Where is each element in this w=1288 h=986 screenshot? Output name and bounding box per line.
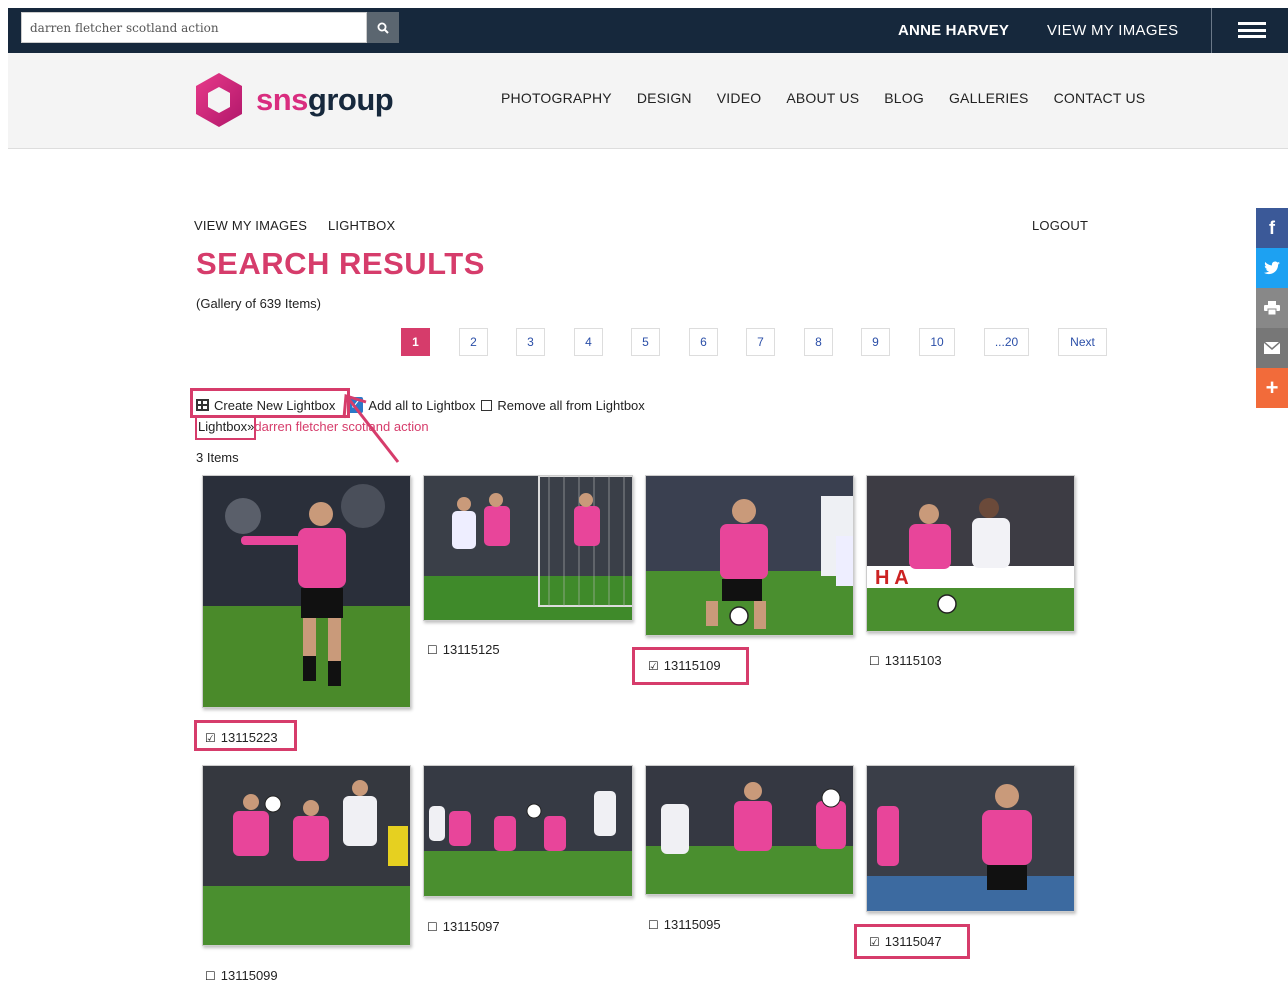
image-thumbnail[interactable] xyxy=(423,765,633,897)
search-button[interactable] xyxy=(367,12,399,43)
subnav-lightbox[interactable]: LIGHTBOX xyxy=(328,218,395,233)
nav-galleries[interactable]: GALLERIES xyxy=(949,90,1029,106)
highlight-image-13115109 xyxy=(632,647,749,685)
image-id: 13115095 xyxy=(663,917,721,932)
logo-sns-text: sns xyxy=(256,82,308,117)
image-id: 13115125 xyxy=(442,642,500,657)
plus-icon: + xyxy=(1265,375,1279,400)
facebook-icon: f xyxy=(1269,217,1275,238)
mail-icon xyxy=(1264,342,1280,354)
image-caption[interactable]: ☐ 13115097 xyxy=(427,919,500,934)
next-page-button[interactable]: Next xyxy=(1058,328,1107,356)
top-bar: ANNE HARVEY VIEW MY IMAGES xyxy=(8,8,1288,53)
search-input[interactable] xyxy=(21,12,367,43)
checkbox-empty-icon: ☐ xyxy=(205,968,216,983)
nav-blog[interactable]: BLOG xyxy=(884,90,924,106)
image-caption[interactable]: ☐ 13115125 xyxy=(427,642,500,657)
facebook-share-button[interactable]: f xyxy=(1256,208,1288,248)
nav-design[interactable]: DESIGN xyxy=(637,90,692,106)
hamburger-icon[interactable] xyxy=(1238,22,1266,38)
checkbox-empty-icon xyxy=(481,399,493,411)
page-title: SEARCH RESULTS xyxy=(196,246,485,281)
page-8-button[interactable]: 8 xyxy=(804,328,833,356)
annotation-arrow-icon xyxy=(342,394,400,463)
more-share-button[interactable]: + xyxy=(1256,368,1288,408)
image-thumbnail[interactable] xyxy=(423,475,633,621)
page-6-button[interactable]: 6 xyxy=(689,328,718,356)
checkbox-empty-icon: ☐ xyxy=(427,919,438,934)
user-name-link[interactable]: ANNE HARVEY xyxy=(898,8,1009,53)
checkbox-empty-icon: ☐ xyxy=(427,642,438,657)
twitter-icon xyxy=(1264,261,1280,275)
page-1-button[interactable]: 1 xyxy=(401,328,430,356)
page-7-button[interactable]: 7 xyxy=(746,328,775,356)
highlight-create-lightbox xyxy=(190,388,350,418)
image-caption[interactable]: ☐ 13115095 xyxy=(648,917,721,932)
divider xyxy=(1211,8,1212,53)
nav-photography[interactable]: PHOTOGRAPHY xyxy=(501,90,612,106)
highlight-image-13115223 xyxy=(194,720,297,751)
print-button[interactable] xyxy=(1256,288,1288,328)
subnav-view-my-images[interactable]: VIEW MY IMAGES xyxy=(194,218,307,233)
checkbox-empty-icon: ☐ xyxy=(648,917,659,932)
image-thumbnail[interactable] xyxy=(202,475,411,708)
main-nav: PHOTOGRAPHY DESIGN VIDEO ABOUT US BLOG G… xyxy=(501,90,1170,106)
site-header: snsgroup PHOTOGRAPHY DESIGN VIDEO ABOUT … xyxy=(8,53,1288,149)
page-4-button[interactable]: 4 xyxy=(574,328,603,356)
page-9-button[interactable]: 9 xyxy=(861,328,890,356)
nav-contact-us[interactable]: CONTACT US xyxy=(1054,90,1146,106)
page-10-button[interactable]: 10 xyxy=(919,328,955,356)
highlight-lightbox-crumb xyxy=(195,416,256,440)
image-thumbnail[interactable]: H A xyxy=(866,475,1075,632)
remove-all-label: Remove all from Lightbox xyxy=(497,397,645,413)
search-bar xyxy=(21,12,399,43)
image-thumbnail[interactable] xyxy=(645,475,854,636)
remove-all-from-lightbox[interactable]: Remove all from Lightbox xyxy=(481,397,645,413)
image-thumbnail[interactable] xyxy=(645,765,854,895)
image-id: 13115103 xyxy=(884,653,942,668)
checkbox-empty-icon: ☐ xyxy=(869,653,880,668)
image-caption[interactable]: ☐ 13115099 xyxy=(205,968,278,983)
print-icon xyxy=(1264,301,1280,315)
nav-video[interactable]: VIDEO xyxy=(717,90,762,106)
image-thumbnail[interactable] xyxy=(202,765,411,946)
twitter-share-button[interactable] xyxy=(1256,248,1288,288)
page-2-button[interactable]: 2 xyxy=(459,328,488,356)
highlight-image-13115047 xyxy=(854,924,970,959)
svg-text:H A: H A xyxy=(875,567,909,589)
items-count: 3 Items xyxy=(196,450,239,465)
page-3-button[interactable]: 3 xyxy=(516,328,545,356)
image-id: 13115097 xyxy=(442,919,500,934)
sns-group-logo[interactable]: snsgroup xyxy=(192,71,394,129)
page-20-button[interactable]: ...20 xyxy=(984,328,1029,356)
image-caption[interactable]: ☐ 13115103 xyxy=(869,653,942,668)
page-5-button[interactable]: 5 xyxy=(631,328,660,356)
view-my-images-link[interactable]: VIEW MY IMAGES xyxy=(1047,8,1178,53)
logo-mark-icon xyxy=(196,73,242,127)
image-id: 13115099 xyxy=(220,968,278,983)
logout-link[interactable]: LOGOUT xyxy=(1032,218,1088,233)
search-icon xyxy=(377,22,389,34)
email-share-button[interactable] xyxy=(1256,328,1288,368)
logo-group-text: group xyxy=(307,82,394,117)
nav-about-us[interactable]: ABOUT US xyxy=(786,90,859,106)
gallery-count: (Gallery of 639 Items) xyxy=(196,296,321,311)
image-thumbnail[interactable] xyxy=(866,765,1075,912)
